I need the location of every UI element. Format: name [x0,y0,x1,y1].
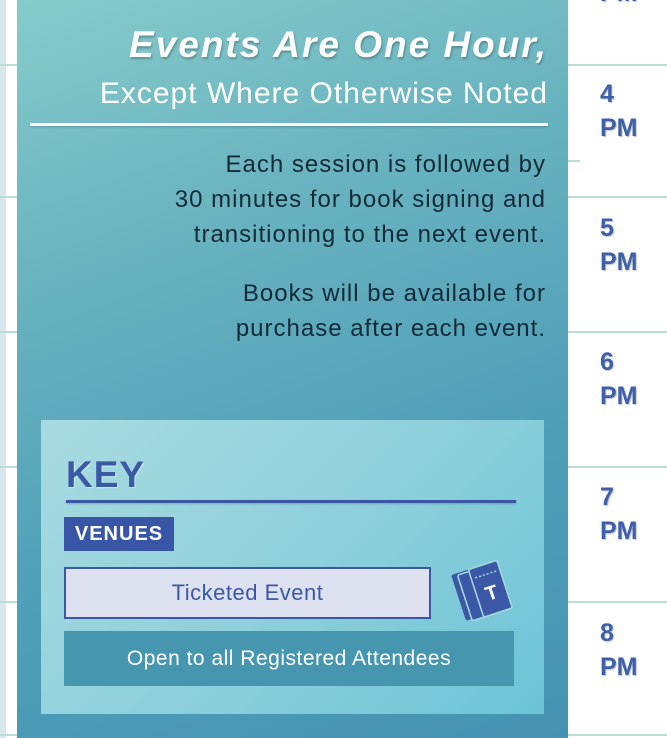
time-hour: 8 [600,619,614,647]
time-period: PM [600,248,638,276]
time-hour: 7 [600,483,614,511]
session-note: Each session is followed by 30 minutes f… [174,151,546,248]
time-period: PM [600,653,638,681]
time-label: 8 PM [600,616,638,684]
time-period: PM [600,0,638,10]
info-panel: Events Are One Hour, Except Where Otherw… [17,0,568,738]
key-title: KEY [66,454,146,495]
time-period: PM [600,517,638,545]
time-label: PM [600,0,638,10]
schedule-tick [566,160,580,162]
time-label: 4 PM [600,77,638,145]
time-hour: 6 [600,348,614,376]
ticketed-event-swatch: Ticketed Event [64,567,431,619]
books-note: Books will be available for purchase aft… [235,280,546,342]
key-legend: KEY VENUES Ticketed Event T Open to all … [41,420,544,714]
time-label: 5 PM [600,211,638,279]
title-divider [30,123,548,126]
time-label: 6 PM [600,345,638,413]
venues-badge: VENUES [64,517,174,551]
page-subtitle: Except Where Otherwise Noted [99,77,548,110]
time-hour: 5 [600,214,614,242]
time-label: 7 PM [600,480,638,548]
left-edge-strip [0,0,6,738]
time-hour: 4 [600,80,614,108]
ticket-icon: T [451,560,513,622]
open-event-swatch: Open to all Registered Attendees [64,631,514,686]
time-period: PM [600,382,638,410]
time-period: PM [600,114,638,142]
page-title: Events Are One Hour, [128,24,548,65]
key-divider [66,500,516,503]
